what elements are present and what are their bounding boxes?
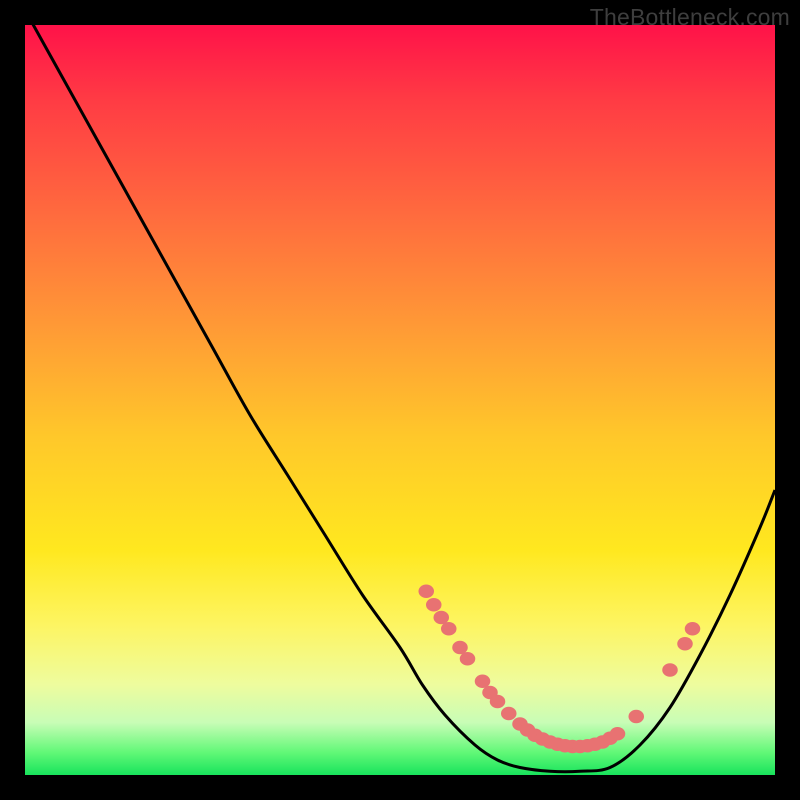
data-dot [475, 675, 491, 689]
data-dot [418, 585, 434, 599]
chart-stage: TheBottleneck.com [0, 0, 800, 800]
data-dot [685, 622, 701, 636]
data-dot [441, 622, 457, 636]
data-dot [628, 710, 644, 724]
data-dot [460, 652, 476, 666]
curve-dots [418, 585, 700, 754]
data-dot [501, 707, 517, 721]
data-dot [610, 727, 626, 741]
curve-layer [25, 25, 775, 775]
watermark-text: TheBottleneck.com [590, 4, 790, 31]
data-dot [662, 663, 678, 677]
data-dot [433, 611, 449, 625]
data-dot [677, 637, 693, 651]
data-dot [490, 695, 506, 709]
data-dot [452, 641, 468, 655]
bottleneck-curve [25, 25, 775, 772]
data-dot [426, 598, 442, 612]
